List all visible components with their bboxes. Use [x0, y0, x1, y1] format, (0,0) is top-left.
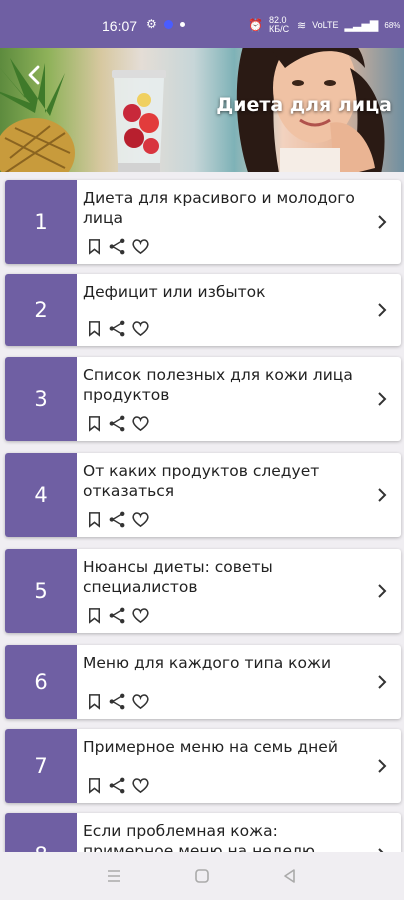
bookmark-icon[interactable]	[85, 510, 104, 529]
chevron-right-icon	[378, 303, 387, 317]
app-notification-icon	[163, 19, 173, 29]
bookmark-icon[interactable]	[85, 692, 104, 711]
chevron-right-icon	[378, 215, 387, 229]
back-button[interactable]	[22, 62, 48, 88]
share-icon[interactable]	[108, 606, 127, 625]
heart-icon[interactable]	[131, 692, 150, 711]
list-item[interactable]: 3 Список полезных для кожи лица продукто…	[5, 357, 401, 441]
item-actions	[85, 692, 150, 711]
item-body: Список полезных для кожи лица продуктов	[77, 357, 401, 441]
blender-image	[112, 70, 166, 172]
share-icon[interactable]	[108, 692, 127, 711]
article-list: 1 Диета для красивого и молодого лица 2 …	[0, 172, 404, 852]
item-body: Нюансы диеты: советы специалистов	[77, 549, 401, 633]
list-item[interactable]: 1 Диета для красивого и молодого лица	[5, 180, 401, 264]
volte-label: VoLTE	[312, 20, 339, 30]
item-number: 5	[5, 549, 77, 633]
pineapple-image	[0, 58, 75, 172]
item-actions	[85, 510, 150, 529]
list-item[interactable]: 7 Примерное меню на семь дней	[5, 729, 401, 803]
share-icon[interactable]	[108, 510, 127, 529]
item-title: Дефицит или избыток	[83, 283, 266, 301]
item-body: Если проблемная кожа: примерное меню на …	[77, 813, 401, 852]
list-item[interactable]: 2 Дефицит или избыток	[5, 274, 401, 346]
heart-icon[interactable]	[131, 414, 150, 433]
item-body: Примерное меню на семь дней	[77, 729, 401, 803]
list-item[interactable]: 4 От каких продуктов следует отказаться	[5, 453, 401, 537]
header-banner: Диета для лица	[0, 48, 404, 172]
item-title: Меню для каждого типа кожи	[83, 654, 332, 672]
battery-level: 68%	[384, 20, 401, 30]
item-title: От каких продуктов следует отказаться	[83, 462, 320, 500]
recent-apps-icon[interactable]	[105, 867, 123, 885]
heart-icon[interactable]	[131, 319, 150, 338]
home-icon[interactable]	[193, 867, 211, 885]
bookmark-icon[interactable]	[85, 237, 104, 256]
net-speed: 82.0 КБ/С	[268, 15, 290, 34]
share-icon[interactable]	[108, 414, 127, 433]
back-arrow-icon	[28, 65, 40, 85]
item-number: 8	[5, 813, 77, 852]
share-icon[interactable]	[108, 319, 127, 338]
heart-icon[interactable]	[131, 510, 150, 529]
item-title: Если проблемная кожа: примерное меню на …	[83, 822, 315, 852]
item-number: 7	[5, 729, 77, 803]
item-title: Примерное меню на семь дней	[83, 738, 338, 756]
item-actions	[85, 237, 150, 256]
item-body: Диета для красивого и молодого лица	[77, 180, 401, 264]
bookmark-icon[interactable]	[85, 414, 104, 433]
back-icon[interactable]	[281, 867, 299, 885]
chevron-right-icon	[378, 584, 387, 598]
item-actions	[85, 776, 150, 795]
share-icon[interactable]	[108, 776, 127, 795]
alarm-icon: ⏰	[248, 18, 263, 32]
heart-icon[interactable]	[131, 237, 150, 256]
item-number: 3	[5, 357, 77, 441]
signal-icon: ▂▃▅▇	[344, 19, 379, 32]
item-number: 6	[5, 645, 77, 719]
chevron-right-icon	[378, 759, 387, 773]
heart-icon[interactable]	[131, 776, 150, 795]
item-actions	[85, 414, 150, 433]
chevron-right-icon	[378, 675, 387, 689]
status-bar: 16:07 ⚙ ⏰ 82.0 КБ/С ≋ VoLTE ▂▃▅▇ 68%	[0, 0, 404, 48]
bookmark-icon[interactable]	[85, 319, 104, 338]
item-title: Нюансы диеты: советы специалистов	[83, 558, 273, 596]
item-number: 1	[5, 180, 77, 264]
item-body: Дефицит или избыток	[77, 274, 401, 346]
status-time: 16:07	[102, 18, 138, 34]
list-item[interactable]: 5 Нюансы диеты: советы специалистов	[5, 549, 401, 633]
status-system-icons: ⏰ 82.0 КБ/С ≋ VoLTE ▂▃▅▇ 68%	[248, 16, 404, 34]
chevron-right-icon	[378, 392, 387, 406]
system-nav-bar	[0, 852, 404, 900]
item-body: Меню для каждого типа кожи	[77, 645, 401, 719]
chevron-right-icon	[378, 488, 387, 502]
item-body: От каких продуктов следует отказаться	[77, 453, 401, 537]
item-number: 2	[5, 274, 77, 346]
item-title: Список полезных для кожи лица продуктов	[83, 366, 353, 404]
item-title: Диета для красивого и молодого лица	[83, 189, 355, 227]
share-icon[interactable]	[108, 237, 127, 256]
wifi-icon: ≋	[296, 19, 307, 32]
status-notification-icons: ⚙	[146, 17, 185, 31]
heart-icon[interactable]	[131, 606, 150, 625]
bookmark-icon[interactable]	[85, 776, 104, 795]
item-actions	[85, 606, 150, 625]
more-notifications-icon	[179, 21, 185, 27]
item-number: 4	[5, 453, 77, 537]
list-item[interactable]: 8 Если проблемная кожа: примерное меню н…	[5, 813, 401, 852]
gear-icon: ⚙	[146, 17, 157, 31]
bookmark-icon[interactable]	[85, 606, 104, 625]
page-title: Диета для лица	[216, 94, 392, 116]
item-actions	[85, 319, 150, 338]
list-item[interactable]: 6 Меню для каждого типа кожи	[5, 645, 401, 719]
